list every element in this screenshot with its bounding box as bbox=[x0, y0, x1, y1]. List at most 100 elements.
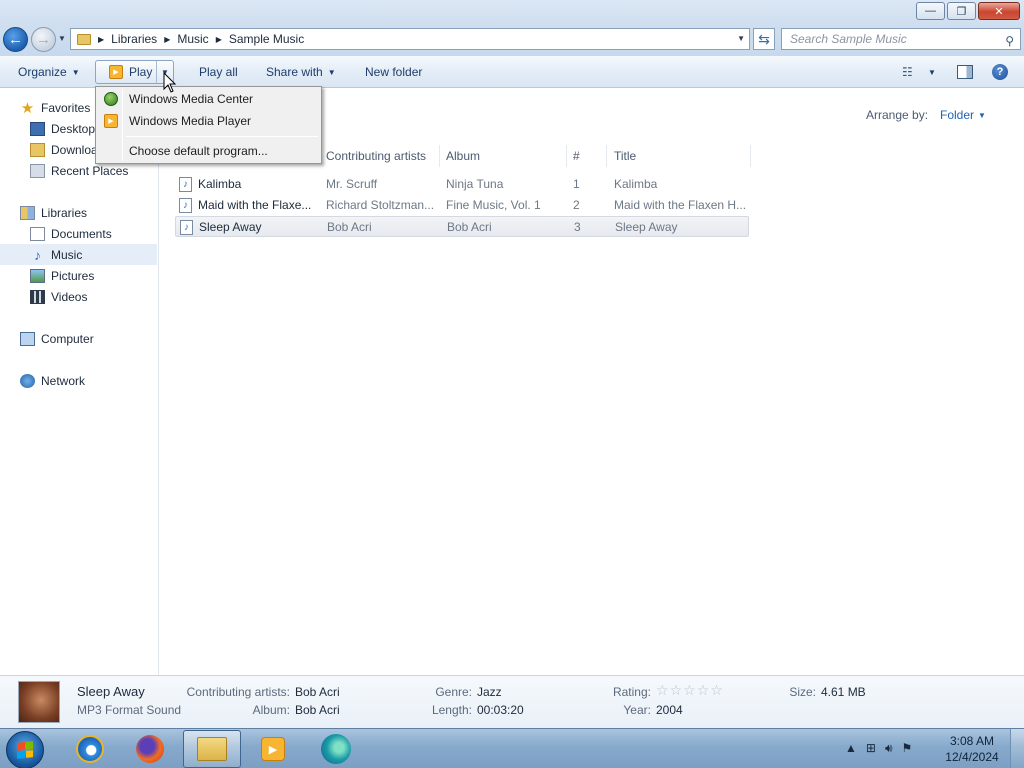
sidebar-item-label: Videos bbox=[51, 289, 88, 304]
action-center-flag-icon[interactable]: ⚑ bbox=[902, 741, 913, 756]
sidebar-item-label: Computer bbox=[41, 331, 94, 346]
taskbar-windows-explorer[interactable] bbox=[183, 730, 241, 768]
minimize-button[interactable]: — bbox=[916, 2, 945, 20]
taskbar-clock[interactable]: 3:08 AM 12/4/2024 bbox=[940, 733, 1004, 765]
details-genre-label: Genre: bbox=[435, 685, 472, 699]
clock-time: 3:08 AM bbox=[949, 734, 995, 748]
details-year-value[interactable]: 2004 bbox=[656, 703, 683, 717]
network-status-icon[interactable]: ⊞ bbox=[866, 741, 876, 756]
breadcrumb-libraries[interactable]: Libraries bbox=[111, 32, 157, 46]
taskbar-windows-media-player[interactable]: ▶ bbox=[244, 730, 302, 768]
change-view-icon[interactable]: ☷ bbox=[902, 65, 913, 79]
new-folder-button[interactable]: New folder bbox=[365, 65, 422, 79]
breadcrumb-sample-music[interactable]: Sample Music bbox=[229, 32, 304, 46]
forward-button[interactable]: → bbox=[31, 27, 56, 52]
maximize-button[interactable]: ❐ bbox=[947, 2, 976, 20]
clock-date: 12/4/2024 bbox=[945, 750, 999, 764]
breadcrumb-separator-icon[interactable]: ▶ bbox=[98, 35, 104, 44]
star-icon[interactable]: ☆ bbox=[670, 682, 684, 698]
file-list-pane: Arrange by: Folder ▼ Contributing artists… bbox=[160, 89, 1024, 675]
star-icon[interactable]: ☆ bbox=[697, 682, 711, 698]
details-length-label: Length: bbox=[431, 703, 472, 717]
sidebar-item-music[interactable]: ♪ Music bbox=[0, 244, 157, 265]
column-header-track-number[interactable]: # bbox=[573, 149, 580, 163]
menu-separator bbox=[126, 136, 318, 137]
arrange-by-label: Arrange by: bbox=[866, 108, 929, 122]
menu-item-windows-media-player[interactable]: ▶ Windows Media Player bbox=[98, 110, 319, 132]
menu-item-choose-default-program[interactable]: Choose default program... bbox=[98, 140, 319, 162]
details-file-name: Sleep Away bbox=[77, 684, 145, 699]
details-artists-value[interactable]: Bob Acri bbox=[295, 685, 340, 699]
view-options-dropdown-icon[interactable]: ▼ bbox=[928, 68, 936, 77]
volume-icon[interactable]: 🔊︎ bbox=[885, 741, 893, 756]
column-header-contributing-artists[interactable]: Contributing artists bbox=[326, 149, 426, 163]
address-bar[interactable]: ▶ Libraries ▶ Music ▶ Sample Music ▼ bbox=[70, 28, 750, 50]
details-year-label: Year: bbox=[623, 703, 651, 717]
file-name: Maid with the Flaxe... bbox=[198, 198, 312, 212]
sidebar-item-label: Network bbox=[41, 373, 86, 388]
rating-stars[interactable]: ☆☆☆☆☆ bbox=[656, 682, 724, 699]
details-genre-value[interactable]: Jazz bbox=[477, 685, 502, 699]
close-button[interactable]: ✕ bbox=[978, 2, 1020, 20]
column-divider[interactable] bbox=[606, 145, 607, 167]
star-icon[interactable]: ☆ bbox=[656, 682, 670, 698]
pictures-icon bbox=[30, 268, 45, 283]
breadcrumb-separator-icon[interactable]: ▶ bbox=[216, 35, 222, 44]
search-icon[interactable]: ⚲ bbox=[1005, 31, 1014, 51]
sidebar-item-pictures[interactable]: Pictures bbox=[0, 265, 157, 286]
start-button[interactable] bbox=[6, 731, 44, 768]
show-hidden-icons-icon[interactable]: ▲ bbox=[845, 741, 857, 756]
breadcrumb-separator-icon[interactable]: ▶ bbox=[164, 35, 170, 44]
file-artist: Bob Acri bbox=[327, 220, 372, 234]
sidebar-item-documents[interactable]: Documents bbox=[0, 223, 157, 244]
search-input[interactable]: Search Sample Music ⚲ bbox=[781, 28, 1021, 50]
details-album-value[interactable]: Bob Acri bbox=[295, 703, 340, 717]
refresh-button[interactable]: ⇆ bbox=[753, 28, 775, 50]
breadcrumb-music[interactable]: Music bbox=[177, 32, 208, 46]
taskbar: ▶ ▲ ⊞ 🔊︎ ⚑ 3:08 AM 12/4/2024 bbox=[0, 728, 1024, 768]
share-with-button[interactable]: Share with ▼ bbox=[266, 65, 336, 79]
chevron-down-icon: ▼ bbox=[978, 111, 986, 120]
address-dropdown-icon[interactable]: ▼ bbox=[737, 34, 745, 43]
column-divider[interactable] bbox=[439, 145, 440, 167]
details-album-label: Album: bbox=[252, 703, 290, 717]
star-icon[interactable]: ☆ bbox=[710, 682, 724, 698]
sidebar-item-videos[interactable]: Videos bbox=[0, 286, 157, 307]
column-divider[interactable] bbox=[750, 145, 751, 167]
desktop-icon bbox=[30, 121, 45, 136]
star-icon[interactable]: ☆ bbox=[683, 682, 697, 698]
column-header-title[interactable]: Title bbox=[614, 149, 636, 163]
refresh-icon: ⇆ bbox=[758, 30, 770, 47]
play-dropdown-menu: Windows Media Center ▶ Windows Media Pla… bbox=[95, 86, 322, 164]
edge-icon bbox=[321, 734, 351, 764]
play-all-button[interactable]: Play all bbox=[199, 65, 238, 79]
file-album: Ninja Tuna bbox=[446, 177, 504, 191]
menu-item-windows-media-center[interactable]: Windows Media Center bbox=[98, 88, 319, 110]
taskbar-firefox[interactable] bbox=[121, 730, 179, 768]
play-button[interactable]: ▶ Play bbox=[96, 61, 157, 83]
organize-button[interactable]: Organize ▼ bbox=[18, 65, 80, 79]
file-row[interactable]: ♪ Maid with the Flaxe... Richard Stoltzm… bbox=[175, 195, 749, 216]
column-divider[interactable] bbox=[566, 145, 567, 167]
sidebar-item-network[interactable]: Network bbox=[0, 370, 157, 391]
details-size-value: 4.61 MB bbox=[821, 685, 866, 699]
help-icon[interactable]: ? bbox=[992, 64, 1008, 80]
file-row[interactable]: ♪ Kalimba Mr. Scruff Ninja Tuna 1 Kalimb… bbox=[175, 174, 749, 195]
column-header-album[interactable]: Album bbox=[446, 149, 480, 163]
taskbar-edge[interactable] bbox=[307, 730, 365, 768]
sidebar-item-label: Pictures bbox=[51, 268, 95, 283]
preview-pane-icon[interactable] bbox=[957, 65, 973, 79]
show-desktop-button[interactable] bbox=[1010, 729, 1024, 768]
chevron-down-icon: ▼ bbox=[327, 68, 336, 77]
back-button[interactable]: ← bbox=[3, 27, 28, 52]
folder-icon bbox=[77, 33, 91, 45]
sidebar-item-computer[interactable]: Computer bbox=[0, 328, 157, 349]
close-icon: ✕ bbox=[994, 5, 1004, 18]
file-name: Kalimba bbox=[198, 177, 242, 191]
file-row-selected[interactable]: ♪ Sleep Away Bob Acri Bob Acri 3 Sleep A… bbox=[175, 216, 749, 237]
taskbar-internet-explorer[interactable] bbox=[61, 730, 119, 768]
sidebar-item-libraries[interactable]: Libraries bbox=[0, 202, 157, 223]
arrange-by-dropdown[interactable]: Folder ▼ bbox=[940, 108, 986, 122]
recent-pages-dropdown[interactable]: ▼ bbox=[58, 34, 66, 43]
file-title: Kalimba bbox=[614, 177, 658, 191]
